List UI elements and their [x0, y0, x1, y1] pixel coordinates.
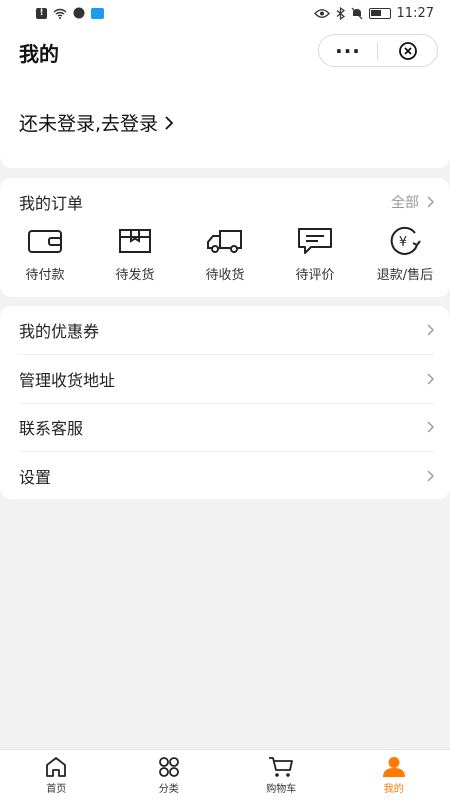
orders-title: 我的订单 — [19, 194, 84, 213]
header: 我的 ··· — [0, 26, 450, 76]
home-icon — [46, 756, 67, 777]
tab-label: 购物车 — [266, 783, 297, 795]
menu-item-address[interactable]: 管理收货地址 — [19, 355, 434, 403]
order-label: 待付款 — [25, 268, 65, 283]
wallet-icon — [28, 230, 62, 253]
chevron-right-icon — [427, 324, 434, 336]
tab-label: 首页 — [46, 783, 67, 795]
menu-item-label: 我的优惠券 — [19, 322, 100, 341]
status-time: 11:27 — [396, 5, 434, 21]
order-refund-aftersale[interactable]: ¥ 退款/售后 — [360, 226, 450, 283]
tab-home[interactable]: 首页 — [0, 750, 113, 800]
bluetooth-icon — [336, 6, 345, 20]
login-card: 还未登录,去登录 — [0, 76, 450, 168]
battery-icon — [368, 7, 391, 19]
menu-item-label: 设置 — [19, 468, 52, 487]
order-label: 待发货 — [115, 268, 155, 283]
alert-icon: ! — [36, 7, 47, 19]
eye-icon — [313, 8, 330, 18]
bottom-tab-bar: 首页 分类 购物车 我的 — [0, 749, 450, 800]
chevron-right-icon — [427, 373, 434, 385]
tab-category[interactable]: 分类 — [113, 750, 226, 800]
tab-mine[interactable]: 我的 — [338, 750, 450, 800]
tab-cart[interactable]: 购物车 — [225, 750, 338, 800]
orders-card: 我的订单 全部 待付款 待发货 待收货 待评价 ¥ 退款/售后 — [0, 178, 450, 297]
menu-item-settings[interactable]: 设置 — [19, 452, 434, 500]
menu-card: 我的优惠券 管理收货地址 联系客服 设置 — [0, 306, 450, 499]
status-icons-right: 11:27 — [313, 5, 434, 21]
comment-icon — [298, 228, 332, 254]
chevron-right-icon — [427, 421, 434, 433]
chevron-right-icon — [427, 196, 434, 208]
mini-program-capsule: ··· — [318, 34, 438, 67]
user-icon — [382, 756, 405, 777]
order-pending-shipment[interactable]: 待发货 — [90, 226, 180, 283]
category-icon — [158, 756, 179, 777]
orders-header: 我的订单 全部 — [19, 190, 434, 214]
close-button[interactable] — [378, 41, 437, 61]
svg-text:¥: ¥ — [399, 235, 407, 250]
page-title: 我的 — [19, 42, 59, 66]
tab-label: 我的 — [383, 783, 404, 795]
refund-icon: ¥ — [390, 226, 421, 255]
cart-icon — [269, 756, 294, 777]
chevron-right-icon — [427, 470, 434, 482]
order-label: 待评价 — [295, 268, 335, 283]
menu-item-label: 联系客服 — [19, 419, 84, 438]
status-icons-left: ! — [36, 7, 104, 19]
order-label: 退款/售后 — [376, 268, 434, 283]
status-bar: ! 11:27 — [0, 0, 450, 26]
order-pending-receipt[interactable]: 待收货 — [180, 226, 270, 283]
menu-item-customer-service[interactable]: 联系客服 — [19, 403, 434, 451]
order-label: 待收货 — [205, 268, 245, 283]
truck-icon — [207, 230, 242, 253]
all-orders-link[interactable]: 全部 — [391, 192, 434, 212]
shield-icon — [73, 7, 85, 19]
all-orders-label: 全部 — [391, 195, 419, 211]
order-pending-payment[interactable]: 待付款 — [0, 226, 90, 283]
menu-item-coupons[interactable]: 我的优惠券 — [19, 306, 434, 354]
menu-item-label: 管理收货地址 — [19, 371, 116, 390]
app-notification-icon — [91, 7, 104, 19]
wifi-icon — [53, 8, 67, 19]
package-icon — [119, 229, 151, 253]
order-status-row: 待付款 待发货 待收货 待评价 ¥ 退款/售后 — [0, 226, 450, 283]
login-label: 还未登录,去登录 — [19, 113, 159, 135]
tab-label: 分类 — [158, 783, 179, 795]
more-button[interactable]: ··· — [319, 41, 377, 61]
close-icon — [398, 41, 417, 60]
login-link[interactable]: 还未登录,去登录 — [19, 109, 174, 136]
order-pending-review[interactable]: 待评价 — [270, 226, 360, 283]
chevron-right-icon — [165, 115, 174, 130]
mute-icon — [351, 7, 363, 19]
